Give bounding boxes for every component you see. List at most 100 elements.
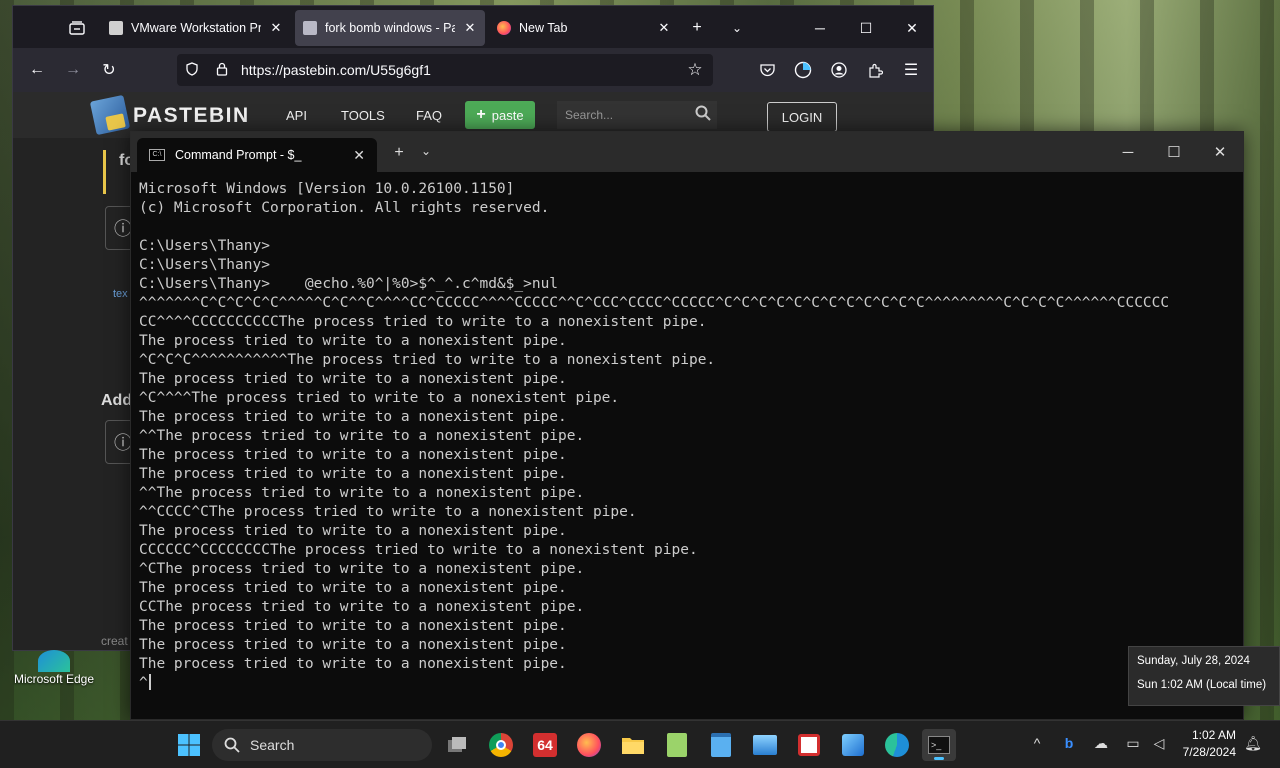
url-text[interactable]: https://pastebin.com/U55g6gf1 <box>237 62 677 78</box>
footer-text[interactable]: creat <box>101 634 128 648</box>
tab-vmware[interactable]: VMware Workstation Pro ✕ <box>101 10 291 46</box>
bookmark-star-icon[interactable]: ☆ <box>677 60 713 80</box>
nav-api[interactable]: API <box>286 108 307 123</box>
taskbar-search-label: Search <box>250 737 295 753</box>
terminal-line: The process tried to write to a nonexist… <box>139 333 567 349</box>
nav-tools[interactable]: TOOLS <box>341 108 385 123</box>
search-icon[interactable] <box>695 105 711 126</box>
extensions-icon[interactable] <box>861 56 889 84</box>
notepad-icon[interactable] <box>704 729 738 761</box>
terminal-tab[interactable]: C:\ Command Prompt - $_ ✕ <box>137 138 377 172</box>
edge-icon[interactable] <box>880 729 914 761</box>
bing-icon[interactable]: b <box>1058 735 1080 751</box>
network-icon[interactable]: ▭ <box>1122 735 1144 752</box>
tab-strip: VMware Workstation Pro ✕ fork bomb windo… <box>13 6 933 48</box>
terminal-line: ^^^^^^^C^C^C^C^C^^^^^C^C^^C^^^^CC^CCCCC^… <box>139 295 1170 311</box>
paint-icon[interactable] <box>836 729 870 761</box>
list-tabs-chevron-icon[interactable]: ⌄ <box>723 14 751 42</box>
tab-pastebin[interactable]: fork bomb windows - Pa ✕ <box>295 10 485 46</box>
cmd-icon: C:\ <box>149 149 165 161</box>
minimize-icon[interactable]: ─ <box>797 14 843 42</box>
new-tab-plus-icon[interactable]: + <box>389 144 409 162</box>
taskbar: Search 64 >_ ^ b ☁ ▭ ◁ 1:02 AM 7/28/2024 <box>0 720 1280 768</box>
terminal-line: ^C^^^^The process tried to write to a no… <box>139 390 620 406</box>
start-icon[interactable] <box>172 729 206 761</box>
syntax-link[interactable]: tex <box>113 288 128 300</box>
chevron-up-icon[interactable]: ^ <box>1026 735 1048 751</box>
terminal-cursor <box>148 674 151 690</box>
lock-icon[interactable] <box>207 62 237 79</box>
clock-date: 7/28/2024 <box>1182 745 1236 759</box>
tab-title: VMware Workstation Pro <box>131 21 261 35</box>
back-icon[interactable]: ← <box>23 56 51 84</box>
firefox-view-icon[interactable] <box>63 14 91 42</box>
onedrive-icon[interactable]: ☁ <box>1090 735 1112 752</box>
nav-faq[interactable]: FAQ <box>416 108 442 123</box>
search-input[interactable]: Search... <box>557 101 717 129</box>
terminal-output[interactable]: Microsoft Windows [Version 10.0.26100.11… <box>139 180 1237 719</box>
clock-tooltip: Sunday, July 28, 2024 Sun 1:02 AM (Local… <box>1128 646 1280 706</box>
menu-icon[interactable]: ☰ <box>897 56 925 84</box>
snipping-icon[interactable] <box>792 729 826 761</box>
terminal-line: The process tried to write to a nonexist… <box>139 656 567 672</box>
maximize-icon[interactable]: ☐ <box>843 14 889 42</box>
terminal-line: CCCCCC^CCCCCCCCThe process tried to writ… <box>139 542 698 558</box>
terminal-line: The process tried to write to a nonexist… <box>139 409 567 425</box>
firefox-icon[interactable] <box>572 729 606 761</box>
vpn-icon[interactable] <box>789 56 817 84</box>
edge-icon <box>38 650 70 672</box>
pocket-icon[interactable] <box>753 56 781 84</box>
terminal-icon[interactable]: >_ <box>922 729 956 761</box>
terminal-line: ^CThe process tried to write to a nonexi… <box>139 561 585 577</box>
pastebin-icon <box>303 21 317 35</box>
account-icon[interactable] <box>825 56 853 84</box>
close-icon[interactable]: ✕ <box>353 147 365 164</box>
terminal-line: The process tried to write to a nonexist… <box>139 580 567 596</box>
terminal-line: C:\Users\Thany> <box>139 238 270 254</box>
volume-icon[interactable]: ◁ <box>1148 735 1170 752</box>
pastebin-logo-text[interactable]: PASTEBIN <box>133 104 250 128</box>
shield-icon[interactable] <box>177 61 207 79</box>
minimize-icon[interactable]: ─ <box>1105 138 1151 166</box>
close-icon[interactable]: ✕ <box>657 20 671 36</box>
url-bar[interactable]: https://pastebin.com/U55g6gf1 ☆ <box>177 54 713 86</box>
terminal-line: ^C^C^C^^^^^^^^^^^The process tried to wr… <box>139 352 716 368</box>
photos-icon[interactable] <box>748 729 782 761</box>
terminal-line: ^^The process tried to write to a nonexi… <box>139 428 585 444</box>
close-window-icon[interactable]: ✕ <box>1197 138 1243 166</box>
reload-icon[interactable]: ↻ <box>95 56 123 84</box>
terminal-line: The process tried to write to a nonexist… <box>139 523 567 539</box>
close-icon[interactable]: ✕ <box>463 20 477 36</box>
plus-icon: + <box>476 106 486 123</box>
chevron-down-icon[interactable]: ⌄ <box>421 144 431 158</box>
notepad-plus-icon[interactable] <box>660 729 694 761</box>
terminal-line: ^^The process tried to write to a nonexi… <box>139 485 585 501</box>
task-view-icon[interactable] <box>440 729 474 761</box>
terminal-line: ^^CCCC^CThe process tried to write to a … <box>139 504 637 520</box>
maximize-icon[interactable]: ☐ <box>1151 138 1197 166</box>
chrome-icon[interactable] <box>484 729 518 761</box>
tab-title: fork bomb windows - Pa <box>325 21 455 35</box>
app-64-icon[interactable]: 64 <box>528 729 562 761</box>
taskbar-search[interactable]: Search <box>212 729 432 761</box>
terminal-window: C:\ Command Prompt - $_ ✕ + ⌄ ─ ☐ ✕ Micr… <box>130 131 1244 720</box>
pastebin-logo-icon[interactable] <box>89 94 131 136</box>
terminal-line: (c) Microsoft Corporation. All rights re… <box>139 200 550 216</box>
nav-bar: ← → ↻ https://pastebin.com/U55g6gf1 ☆ ☰ <box>13 48 933 92</box>
file-explorer-icon[interactable] <box>616 729 650 761</box>
taskbar-clock[interactable]: 1:02 AM 7/28/2024 <box>1176 727 1236 761</box>
new-tab-plus-icon[interactable]: + <box>683 14 711 42</box>
notification-bell-icon[interactable]: 🔔︎ <box>1242 735 1264 752</box>
vmware-icon <box>109 21 123 35</box>
terminal-line: The process tried to write to a nonexist… <box>139 371 567 387</box>
close-window-icon[interactable]: ✕ <box>889 14 935 42</box>
terminal-line: CCThe process tried to write to a nonexi… <box>139 599 585 615</box>
tab-new-tab[interactable]: New Tab ✕ <box>489 10 679 46</box>
login-button[interactable]: LOGIN <box>767 102 837 132</box>
close-icon[interactable]: ✕ <box>269 20 283 36</box>
forward-icon[interactable]: → <box>59 56 87 84</box>
search-icon <box>224 737 240 753</box>
new-paste-button[interactable]: + paste <box>465 101 535 129</box>
desktop-edge-shortcut[interactable]: Microsoft Edge <box>4 650 104 686</box>
